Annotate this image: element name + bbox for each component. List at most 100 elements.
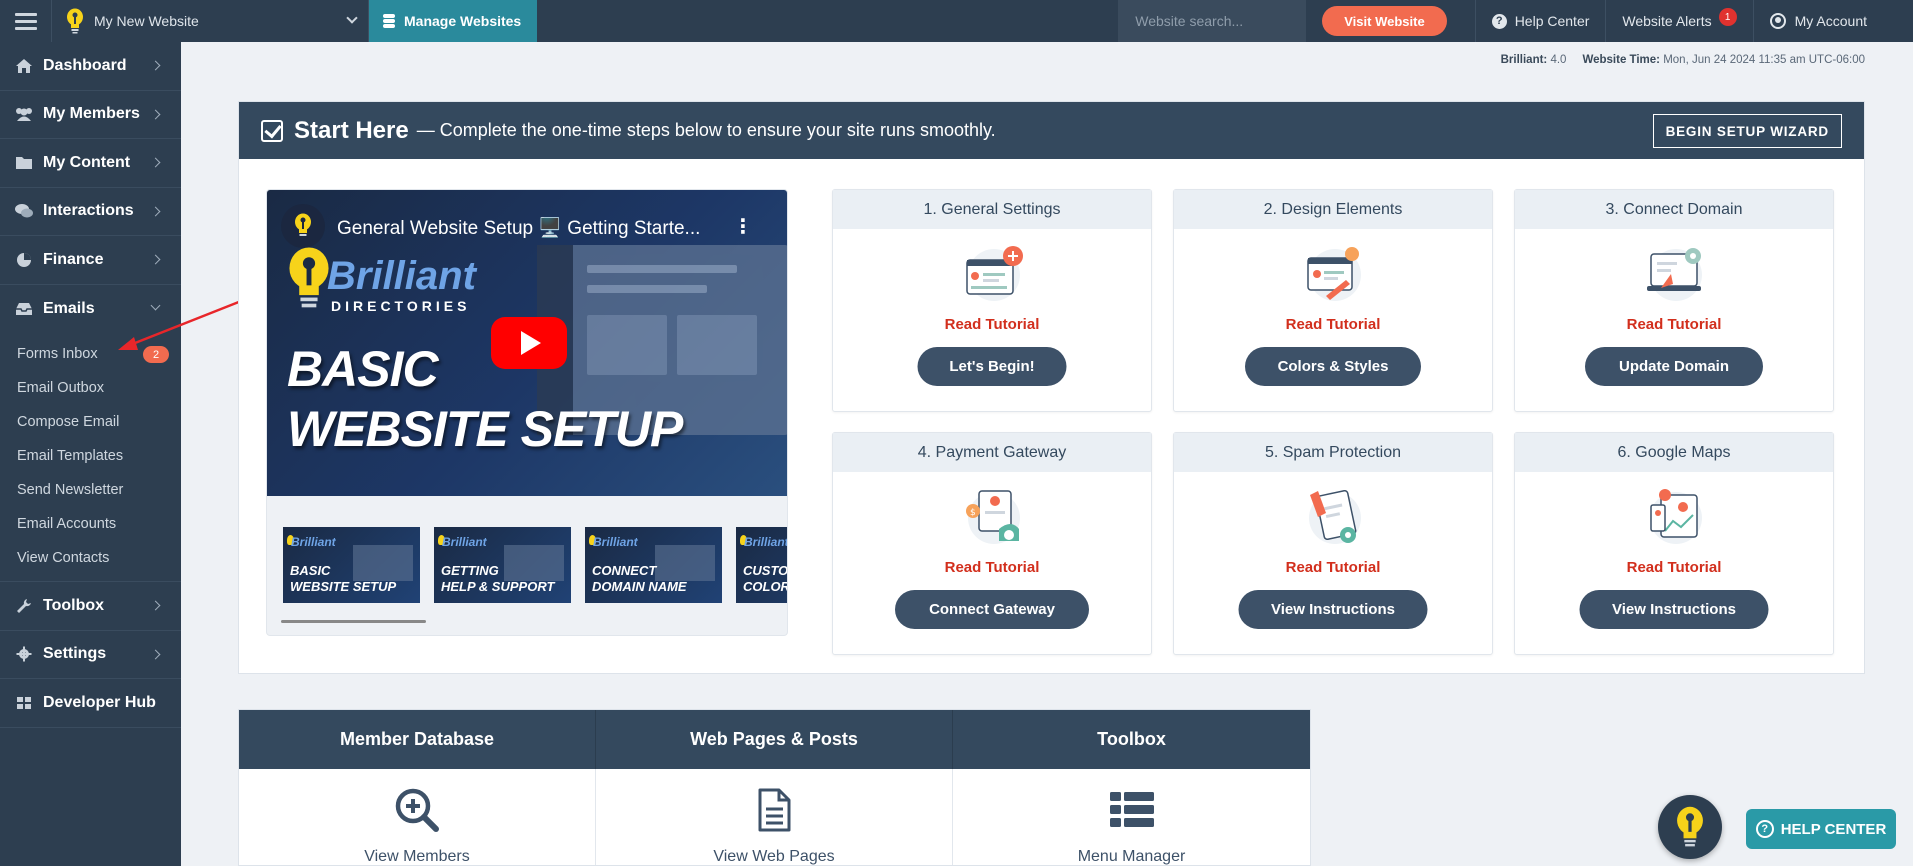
sidebar-subitem-email-templates[interactable]: Email Templates xyxy=(0,439,181,473)
sidebar-subitem-email-outbox[interactable]: Email Outbox xyxy=(0,371,181,405)
read-tutorial-link[interactable]: Read Tutorial xyxy=(833,559,1151,576)
submenu-label: View Contacts xyxy=(17,550,110,566)
help-center-button[interactable]: ? HELP CENTER xyxy=(1746,809,1896,849)
step-title: 6. Google Maps xyxy=(1515,433,1833,472)
begin-setup-wizard-button[interactable]: BEGIN SETUP WIZARD xyxy=(1652,114,1842,148)
thumbnail-line2: DOMAIN NAME xyxy=(592,579,687,594)
manage-websites-label: Manage Websites xyxy=(404,13,522,29)
more-vertical-icon[interactable]: ⋮ xyxy=(733,214,753,239)
video-thumbnail[interactable]: Brilliant CONNECT DOMAIN NAME xyxy=(585,527,722,603)
view-members-link[interactable]: View Members xyxy=(239,769,596,865)
manage-websites-button[interactable]: Manage Websites xyxy=(369,0,538,42)
connect-gateway-button[interactable]: Connect Gateway xyxy=(895,590,1089,629)
thumbnail-line2: COLOR xyxy=(743,579,788,594)
chevron-right-icon xyxy=(150,649,161,659)
sidebar-item-my-members[interactable]: My Members xyxy=(0,91,181,139)
sidebar-item-dashboard[interactable]: Dashboard xyxy=(0,42,181,91)
video-thumbnail[interactable]: Brilliant GETTING HELP & SUPPORT xyxy=(434,527,571,603)
channel-avatar[interactable] xyxy=(281,204,325,248)
video-thumbnail[interactable]: Brilliant BASIC WEBSITE SETUP xyxy=(283,527,420,603)
sidebar-subitem-email-accounts[interactable]: Email Accounts xyxy=(0,507,181,541)
alerts-count-badge: 1 xyxy=(1718,8,1737,26)
sidebar-item-interactions[interactable]: Interactions xyxy=(0,188,181,236)
chevron-right-icon xyxy=(150,206,161,216)
lightbulb-logo-icon xyxy=(67,8,83,34)
play-button[interactable] xyxy=(491,317,567,369)
thumbnail-line1: CONNECT xyxy=(592,563,657,578)
home-icon xyxy=(14,58,34,74)
quick-links-panel: Member Database Web Pages & Posts Toolbo… xyxy=(238,709,1311,866)
sidebar-item-settings[interactable]: Settings xyxy=(0,631,181,679)
read-tutorial-link[interactable]: Read Tutorial xyxy=(1174,559,1492,576)
submenu-label: Email Accounts xyxy=(17,516,117,532)
submenu-label: Email Templates xyxy=(17,448,124,464)
spam-view-instructions-button[interactable]: View Instructions xyxy=(1238,590,1428,629)
quick-links-header: Member Database Web Pages & Posts Toolbo… xyxy=(239,710,1310,769)
spam-protection-illustration-icon xyxy=(1309,489,1361,544)
version-value: 4.0 xyxy=(1550,54,1567,66)
step-card-design-elements: 2. Design Elements Read Tutorial Colors … xyxy=(1173,189,1493,412)
maps-view-instructions-button[interactable]: View Instructions xyxy=(1579,590,1769,629)
read-tutorial-link[interactable]: Read Tutorial xyxy=(1515,316,1833,333)
step-card-general-settings: 1. General Settings Read Tutorial Let's … xyxy=(832,189,1152,412)
sidebar-item-finance[interactable]: Finance xyxy=(0,236,181,285)
top-bar: My New Website Manage Websites Visit Web… xyxy=(0,0,1913,42)
step-title: 2. Design Elements xyxy=(1174,190,1492,229)
brilliant-assistant-button[interactable] xyxy=(1658,795,1722,859)
inbox-icon xyxy=(14,301,34,317)
chevron-right-icon xyxy=(150,254,161,265)
update-domain-button[interactable]: Update Domain xyxy=(1585,347,1763,386)
sidebar-item-developer-hub[interactable]: Developer Hub xyxy=(0,679,181,728)
view-members-label: View Members xyxy=(364,848,470,865)
read-tutorial-link[interactable]: Read Tutorial xyxy=(1515,559,1833,576)
website-search-input[interactable] xyxy=(1118,0,1307,42)
visit-website-button[interactable]: Visit Website xyxy=(1322,6,1447,36)
view-web-pages-link[interactable]: View Web Pages xyxy=(596,769,953,865)
website-alerts-label: Website Alerts xyxy=(1622,13,1712,29)
menu-toggle-button[interactable] xyxy=(0,0,52,42)
thumbnail-line1: BASIC xyxy=(290,563,331,578)
menu-manager-link[interactable]: Menu Manager xyxy=(953,769,1310,865)
quick-links-body: View Members View Web Pages Menu Manager xyxy=(239,769,1310,865)
tab-member-database[interactable]: Member Database xyxy=(239,710,596,769)
step-card-payment-gateway: 4. Payment Gateway $ Read Tutorial Conne… xyxy=(832,432,1152,655)
chevron-right-icon xyxy=(150,60,161,71)
chevron-right-icon xyxy=(150,109,161,119)
submenu-label: Forms Inbox xyxy=(17,346,98,362)
document-icon xyxy=(758,788,791,832)
lets-begin-button[interactable]: Let's Begin! xyxy=(917,347,1067,386)
brand-subtitle: DIRECTORIES xyxy=(331,298,471,314)
website-alerts-link[interactable]: Website Alerts 1 xyxy=(1605,0,1752,42)
step-title: 5. Spam Protection xyxy=(1174,433,1492,472)
checkbox-checked-icon xyxy=(261,119,283,142)
sidebar-item-my-content[interactable]: My Content xyxy=(0,139,181,188)
read-tutorial-link[interactable]: Read Tutorial xyxy=(833,316,1151,333)
help-center-link[interactable]: ? Help Center xyxy=(1474,0,1606,42)
read-tutorial-link[interactable]: Read Tutorial xyxy=(1174,316,1492,333)
chevron-down-icon xyxy=(346,12,358,24)
colors-and-styles-button[interactable]: Colors & Styles xyxy=(1245,347,1421,386)
pie-chart-icon xyxy=(14,252,34,268)
tab-web-pages-posts[interactable]: Web Pages & Posts xyxy=(596,710,953,769)
website-time-value: Mon, Jun 24 2024 11:35 am UTC-06:00 xyxy=(1663,54,1865,66)
sidebar-item-toolbox[interactable]: Toolbox xyxy=(0,582,181,631)
maps-illustration-icon xyxy=(1650,489,1702,544)
video-headline-line2: WEBSITE SETUP xyxy=(287,401,683,457)
thumbnail-scrollbar[interactable] xyxy=(281,620,426,623)
sidebar-subitem-compose-email[interactable]: Compose Email xyxy=(0,405,181,439)
website-selector[interactable]: My New Website xyxy=(52,0,369,42)
start-here-header: Start Here — Complete the one-time steps… xyxy=(239,102,1864,159)
sidebar-subitem-view-contacts[interactable]: View Contacts xyxy=(0,541,181,575)
my-account-link[interactable]: My Account xyxy=(1752,0,1913,42)
menu-manager-label: Menu Manager xyxy=(1077,848,1186,865)
sidebar-subitem-forms-inbox[interactable]: Forms Inbox 2 xyxy=(0,337,181,371)
video-thumbnail[interactable]: Brilliant CUSTO COLOR xyxy=(736,527,788,603)
sidebar-item-emails[interactable]: Emails xyxy=(0,285,181,334)
video-player[interactable]: General Website Setup 🖥️ Getting Starte.… xyxy=(267,190,787,496)
tab-toolbox[interactable]: Toolbox xyxy=(953,710,1310,769)
sidebar-subitem-send-newsletter[interactable]: Send Newsletter xyxy=(0,473,181,507)
start-here-panel: Start Here — Complete the one-time steps… xyxy=(238,101,1865,674)
video-title[interactable]: General Website Setup 🖥️ Getting Starte.… xyxy=(337,216,700,240)
help-center-label: Help Center xyxy=(1514,13,1590,29)
start-here-title: Start Here xyxy=(294,116,409,144)
